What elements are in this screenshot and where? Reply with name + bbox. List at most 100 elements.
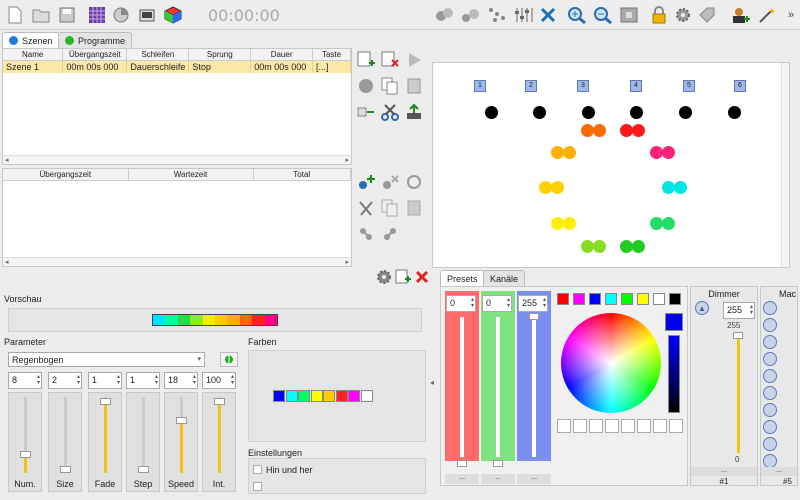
link-step-icon[interactable] xyxy=(356,224,376,244)
custom-color-well[interactable] xyxy=(653,419,667,433)
col-loops[interactable]: Schleifen xyxy=(126,49,190,61)
effect-select[interactable]: Regenbogen ▾ xyxy=(8,352,205,367)
more-icon[interactable]: » xyxy=(780,4,800,26)
param-input-fade[interactable]: 1 ▴ ▾ xyxy=(88,372,122,389)
gear-icon[interactable] xyxy=(376,269,392,285)
fixture-2[interactable]: 2 xyxy=(525,80,537,92)
col-duration[interactable]: Dauer xyxy=(250,49,314,61)
custom-color-well[interactable] xyxy=(589,419,603,433)
preset-color-swatch[interactable] xyxy=(621,293,633,305)
fixture-5[interactable]: 5 xyxy=(683,80,695,92)
green-slider-knob[interactable] xyxy=(493,460,503,467)
fixture-6[interactable]: 6 xyxy=(734,80,746,92)
tab-scenes[interactable]: Szenen xyxy=(2,32,60,48)
param-input-int[interactable]: 100 ▴ ▾ xyxy=(202,372,236,389)
effect-color-swatch[interactable] xyxy=(273,390,285,402)
macro-button[interactable] xyxy=(763,403,777,417)
col-jump[interactable]: Sprung xyxy=(188,49,252,61)
brightness-slider[interactable] xyxy=(668,335,680,413)
custom-color-well[interactable] xyxy=(573,419,587,433)
new-file-icon[interactable] xyxy=(4,4,26,26)
remove-scene-icon[interactable] xyxy=(380,50,400,70)
faders-icon[interactable] xyxy=(512,4,534,26)
param-slider-fade[interactable]: Fade xyxy=(88,392,122,492)
random-dots-icon[interactable] xyxy=(460,4,482,26)
slider-knob[interactable] xyxy=(214,397,225,405)
preset-color-swatch[interactable] xyxy=(653,293,665,305)
col-key[interactable]: Taste xyxy=(312,49,351,61)
effect-color-swatch[interactable] xyxy=(310,390,323,402)
record-icon[interactable] xyxy=(356,76,376,96)
custom-color-well[interactable] xyxy=(605,419,619,433)
tools-icon[interactable] xyxy=(538,4,560,26)
effect-color-swatch[interactable] xyxy=(298,390,310,402)
rgb-cube-icon[interactable] xyxy=(136,4,158,26)
custom-color-well[interactable] xyxy=(669,419,683,433)
effect-options-icon[interactable] xyxy=(220,352,238,367)
macro-button[interactable] xyxy=(763,420,777,434)
custom-color-well[interactable] xyxy=(557,419,571,433)
add-effect-icon[interactable] xyxy=(395,269,411,285)
vertical-scrollbar[interactable] xyxy=(781,63,789,267)
cut-icon[interactable] xyxy=(380,102,400,122)
preset-color-swatch[interactable] xyxy=(573,293,585,305)
lock-icon[interactable] xyxy=(648,4,670,26)
effect-color-swatch[interactable] xyxy=(335,390,348,402)
slider-knob[interactable] xyxy=(60,466,71,474)
remove-step-icon[interactable] xyxy=(380,172,400,192)
option-checkbox[interactable] xyxy=(253,482,262,491)
fixture-group-icon[interactable] xyxy=(434,4,456,26)
col-step-wait[interactable]: Wartezeit xyxy=(128,169,254,181)
slider-knob[interactable] xyxy=(138,466,149,474)
macro-button[interactable] xyxy=(763,386,777,400)
dimmer-value-input[interactable]: 255 ▴ ▾ xyxy=(723,302,755,319)
slider-knob[interactable] xyxy=(20,451,31,458)
red-slider-knob[interactable] xyxy=(457,460,467,467)
unlink-step-icon[interactable] xyxy=(380,224,400,244)
macro-button[interactable] xyxy=(763,318,777,332)
export-icon[interactable] xyxy=(404,102,424,122)
dimmer-more-button[interactable]: ... xyxy=(691,467,757,476)
param-input-num[interactable]: 8 ▴ ▾ xyxy=(8,372,42,389)
red-more-button[interactable]: ... xyxy=(445,474,479,484)
slider-knob[interactable] xyxy=(100,397,111,405)
magic-wand-icon[interactable] xyxy=(756,4,778,26)
blue-more-button[interactable]: ... xyxy=(517,474,551,484)
param-slider-size[interactable]: Size xyxy=(48,392,82,492)
blue-slider-knob[interactable] xyxy=(529,313,539,320)
macro-more-button[interactable]: ... xyxy=(761,467,797,476)
blue-slider[interactable] xyxy=(532,317,536,457)
slider-knob[interactable] xyxy=(176,416,187,424)
link-scene-icon[interactable] xyxy=(356,102,376,122)
macro-button[interactable] xyxy=(763,454,777,468)
preset-color-swatch[interactable] xyxy=(669,293,681,305)
horizontal-scrollbar[interactable]: ◂ ▸ xyxy=(3,257,351,266)
save-icon[interactable] xyxy=(56,4,78,26)
custom-color-well[interactable] xyxy=(621,419,635,433)
red-slider[interactable] xyxy=(460,317,464,457)
fit-icon[interactable] xyxy=(618,4,640,26)
param-input-size[interactable]: 2 ▴ ▾ xyxy=(48,372,82,389)
open-folder-icon[interactable] xyxy=(30,4,52,26)
paste-step-icon[interactable] xyxy=(404,198,424,218)
col-transition[interactable]: Übergangszeit xyxy=(62,49,128,61)
dimmer-slider[interactable] xyxy=(737,335,740,453)
tab-channels[interactable]: Kanäle xyxy=(483,270,526,286)
macro-button[interactable] xyxy=(763,437,777,451)
red-value-input[interactable]: 0 ▴ ▾ xyxy=(446,295,476,312)
macro-button[interactable] xyxy=(763,369,777,383)
table-row[interactable]: Szene 1 00m 00s 000 Dauerschleife Stop 0… xyxy=(3,60,351,73)
preset-color-swatch[interactable] xyxy=(605,293,617,305)
zoom-out-icon[interactable] xyxy=(592,4,614,26)
close-icon[interactable] xyxy=(414,269,430,285)
dimmer-icon[interactable]: ▲ xyxy=(695,301,709,315)
tab-presets[interactable]: Presets xyxy=(440,270,485,286)
grid-icon[interactable] xyxy=(86,4,108,26)
col-step-total[interactable]: Total xyxy=(253,169,351,181)
macro-button[interactable] xyxy=(763,335,777,349)
blue-value-input[interactable]: 255 ▴ ▾ xyxy=(518,295,548,312)
copy-icon[interactable] xyxy=(380,76,400,96)
ping-pong-checkbox[interactable] xyxy=(253,465,262,474)
zoom-in-icon[interactable] xyxy=(566,4,588,26)
add-scene-icon[interactable] xyxy=(356,50,376,70)
